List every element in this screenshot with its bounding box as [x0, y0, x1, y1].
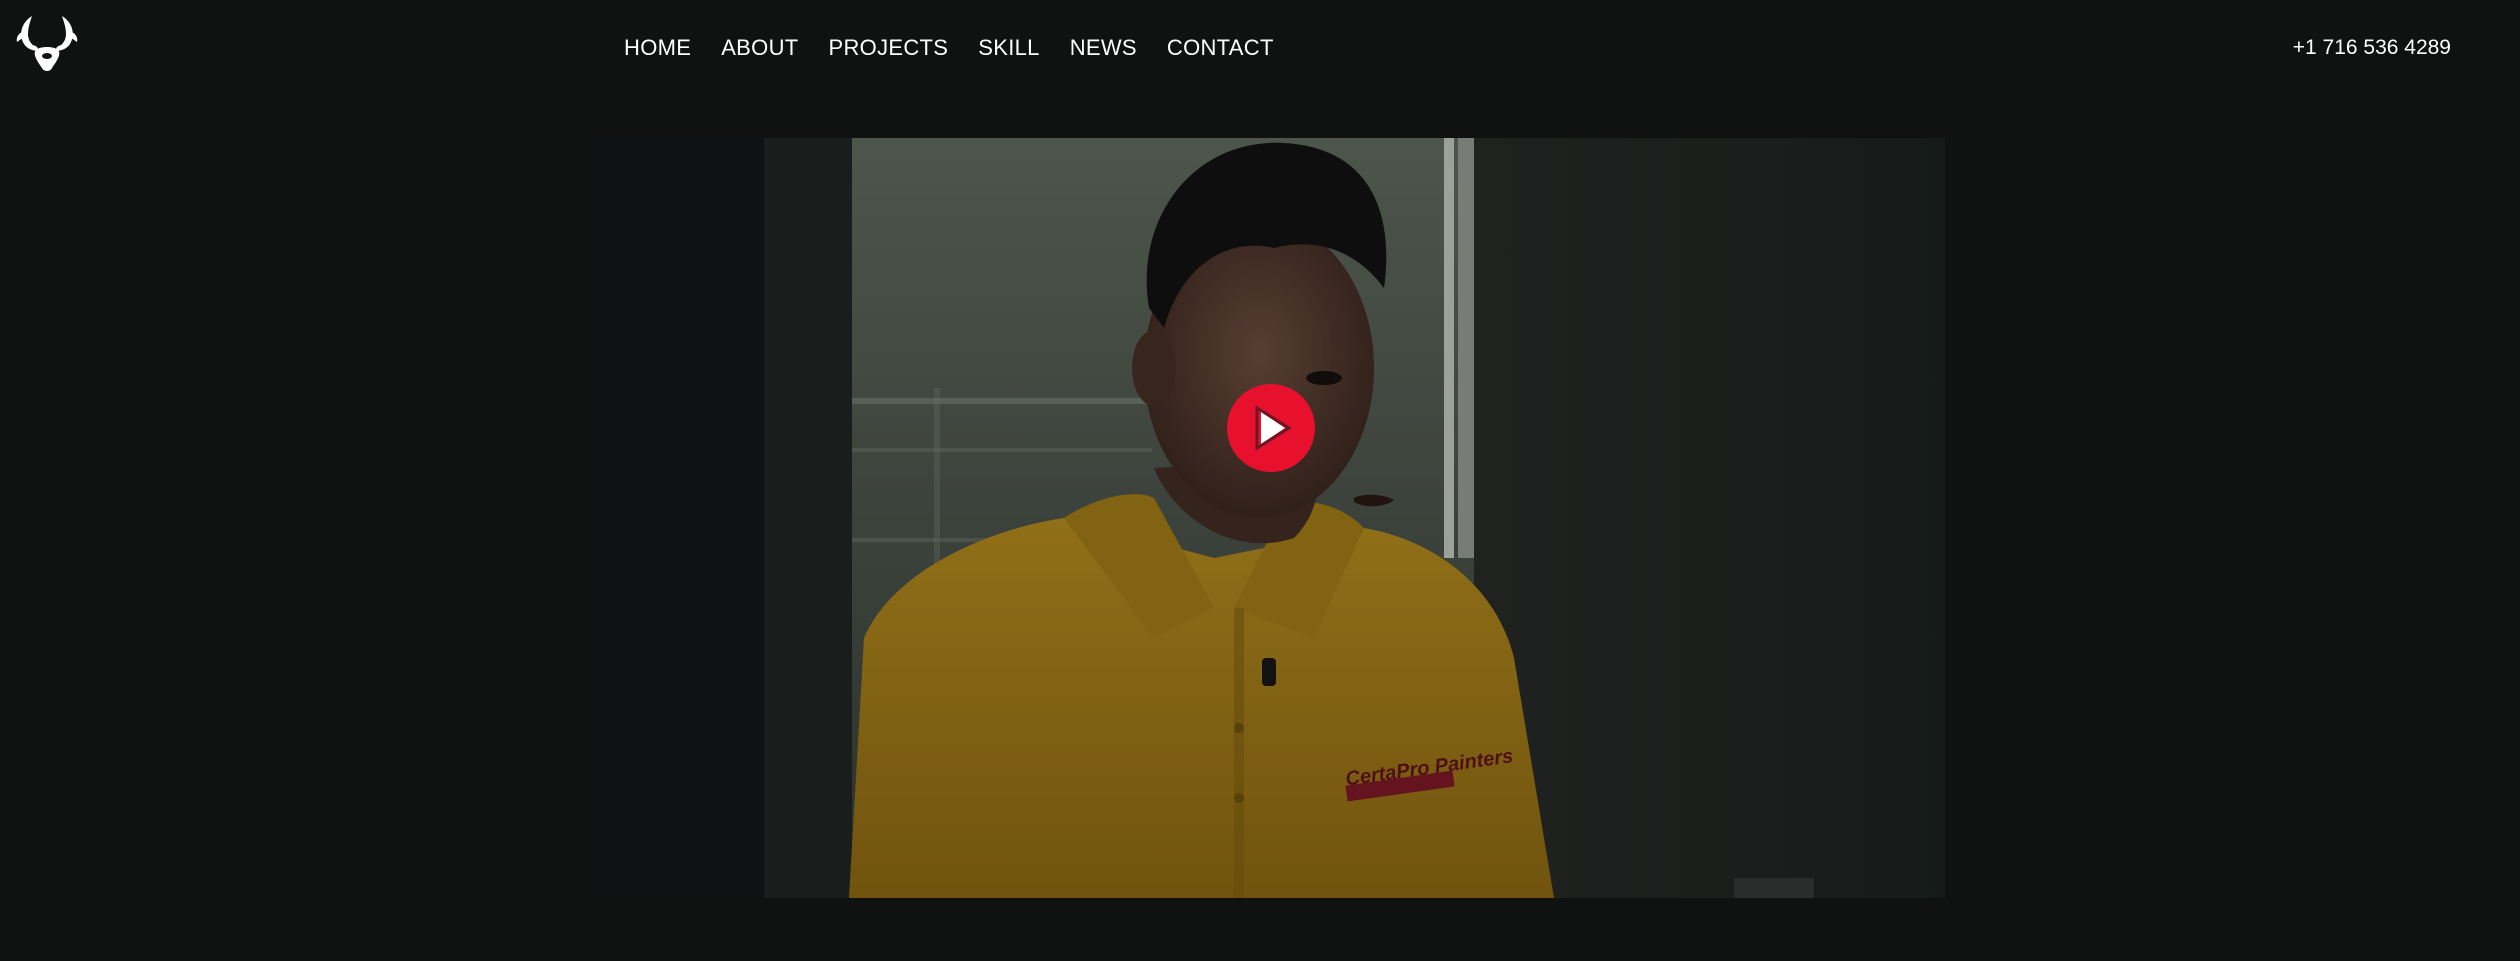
main-nav: HOME ABOUT PROJECTS SKILL NEWS CONTACT [624, 34, 1304, 62]
nav-projects-link[interactable]: PROJECTS [829, 34, 949, 62]
nav-news-link[interactable]: NEWS [1070, 34, 1137, 62]
video-player[interactable]: CertaPro Painters [594, 138, 1945, 898]
nav-contact-link[interactable]: CONTACT [1167, 34, 1274, 62]
site-header: HOME ABOUT PROJECTS SKILL NEWS CONTACT +… [0, 0, 2520, 100]
phone-number[interactable]: +1 716 536 4289 [2293, 34, 2451, 62]
play-button[interactable] [1227, 384, 1315, 472]
nav-about-link[interactable]: ABOUT [721, 34, 798, 62]
nav-skill-link[interactable]: SKILL [978, 34, 1039, 62]
play-icon [1255, 405, 1292, 451]
video-frame: CertaPro Painters [594, 138, 1945, 898]
deer-antlers-logo[interactable] [12, 10, 82, 78]
nav-home-link[interactable]: HOME [624, 34, 691, 62]
